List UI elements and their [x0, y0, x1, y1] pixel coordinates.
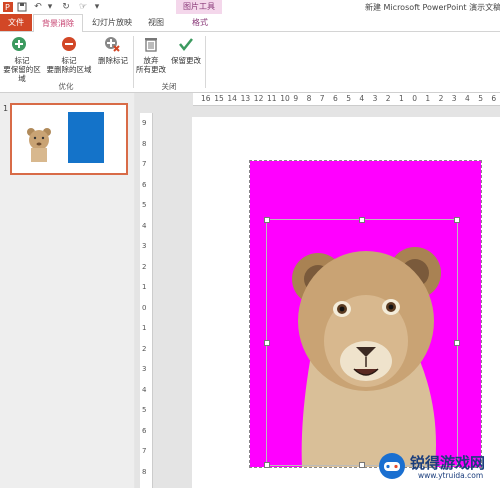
delete-mark-label: 删除标记 [98, 56, 128, 65]
resize-handle-top-right[interactable] [454, 217, 460, 223]
app-icon[interactable]: P [3, 2, 13, 12]
ruler-tick-label: 1 [142, 283, 147, 291]
ruler-tick-label: 15 [214, 94, 224, 103]
ruler-tick-label: 2 [438, 94, 444, 103]
resize-handle-bottom-left[interactable] [264, 462, 270, 468]
checkmark-icon [179, 38, 193, 52]
discard-all-label: 放弃 所有更改 [136, 56, 166, 74]
keep-changes-label: 保留更改 [171, 56, 201, 65]
ruler-tick-label: 10 [280, 94, 290, 103]
ruler-tick-label: 3 [142, 365, 147, 373]
ruler-tick-label: 9 [293, 94, 299, 103]
horizontal-ruler[interactable]: 16 15 14 13 12 11 10 9 8 7 6 5 4 3 2 1 0 1 2 3 4 5 6 [193, 93, 500, 106]
lion-thumbnail-image [27, 128, 51, 162]
ruler-tick-label: 3 [142, 242, 147, 250]
watermark-logo [379, 453, 405, 479]
watermark-text: 锐得游戏网 [410, 454, 486, 472]
ruler-tick-label: 9 [142, 119, 147, 127]
minus-circle-icon [62, 37, 76, 51]
resize-handle-right[interactable] [454, 340, 460, 346]
customize-icon[interactable]: ▾ [92, 2, 102, 12]
ruler-tick-label: 4 [359, 94, 365, 103]
ruler-tick-label: 4 [142, 221, 147, 230]
picture-tools-context-label: 图片工具 [176, 0, 222, 14]
discard-all-button[interactable]: 放弃 所有更改 [134, 34, 168, 76]
resize-handle-bottom[interactable] [359, 462, 365, 468]
save-icon[interactable] [17, 2, 27, 12]
ruler-tick-label: 8 [306, 94, 312, 103]
ruler-tick-label: 7 [142, 447, 147, 455]
ruler-tick-label: 3 [372, 94, 378, 103]
ruler-tick-label: 1 [142, 324, 147, 332]
keep-changes-button[interactable]: 保留更改 [168, 34, 204, 76]
svg-text:P: P [5, 3, 10, 12]
ruler-tick-label: 7 [319, 94, 325, 103]
ruler-tick-label: 6 [491, 94, 497, 103]
ruler-tick-label: 4 [142, 385, 147, 394]
slide-number: 1 [3, 104, 9, 113]
image-selection-box[interactable] [266, 219, 458, 466]
window-title: 新建 Microsoft PowerPoint 演示文稿 [365, 3, 500, 12]
ruler-tick-label: 8 [142, 467, 147, 476]
ruler-tick-label: 2 [142, 262, 147, 271]
tab-background-removal[interactable]: 背景消除 [33, 14, 83, 32]
ruler-tick-label: 13 [240, 94, 251, 103]
ruler-tick-label: 3 [451, 94, 457, 103]
touch-mode-icon[interactable]: ☞ [78, 2, 88, 12]
delete-mark-button[interactable]: 删除标记 [94, 34, 132, 76]
ruler-tick-label: 7 [142, 160, 147, 168]
ruler-tick-label: 2 [385, 94, 391, 103]
ruler-tick-label: 1 [425, 94, 431, 103]
ruler-tick-label: 16 [201, 94, 211, 103]
mark-remove-button[interactable]: 标记 要删除的区域 [45, 34, 93, 76]
ruler-tick-label: 0 [412, 94, 417, 103]
ruler-tick-label: 2 [142, 344, 147, 353]
tab-file[interactable]: 文件 [0, 14, 32, 31]
thumbnail-blue-rectangle [68, 112, 104, 163]
ruler-tick-label: 6 [142, 426, 147, 435]
resize-handle-top[interactable] [359, 217, 365, 223]
resize-handle-top-left[interactable] [264, 217, 270, 223]
undo-icon[interactable]: ↶ [33, 2, 43, 12]
tab-view[interactable]: 视图 [142, 14, 170, 31]
ruler-tick-label: 5 [142, 406, 147, 414]
group-close-label: 关闭 [161, 82, 177, 91]
ruler-tick-label: 1 [399, 94, 404, 103]
ruler-tick-label: 6 [142, 180, 147, 189]
ribbon-separator [205, 36, 206, 88]
ruler-tick-label: 8 [142, 139, 147, 148]
trash-icon [145, 38, 157, 52]
ruler-tick-label: 4 [465, 94, 470, 103]
ruler-tick-label: 11 [267, 94, 277, 103]
mark-keep-button[interactable]: 标记 要保留的区域 [0, 34, 44, 83]
tab-format[interactable]: 格式 [180, 14, 220, 31]
ruler-tick-label: 5 [346, 94, 351, 103]
undo-dropdown-icon[interactable]: ▾ [45, 2, 55, 12]
group-refine-label: 优化 [58, 82, 74, 91]
mark-keep-label: 标记 要保留的区域 [3, 56, 41, 83]
delete-mark-icon [105, 37, 120, 52]
ruler-tick-label: 14 [227, 94, 237, 103]
mark-remove-label: 标记 要删除的区域 [46, 56, 92, 74]
ruler-tick-label: 0 [142, 303, 147, 312]
vertical-ruler[interactable]: 9 8 7 6 5 4 3 2 1 0 1 2 3 4 5 6 7 8 [140, 113, 153, 488]
ruler-tick-label: 5 [478, 94, 483, 103]
resize-handle-left[interactable] [264, 340, 270, 346]
watermark-url: www.ytruida.com [418, 471, 484, 480]
ruler-tick-label: 6 [333, 94, 338, 103]
redo-icon[interactable]: ↻ [61, 2, 71, 12]
tab-slideshow[interactable]: 幻灯片放映 [86, 14, 138, 31]
ruler-tick-label: 12 [253, 94, 264, 103]
ruler-tick-label: 5 [142, 201, 147, 209]
plus-circle-icon [12, 37, 26, 51]
